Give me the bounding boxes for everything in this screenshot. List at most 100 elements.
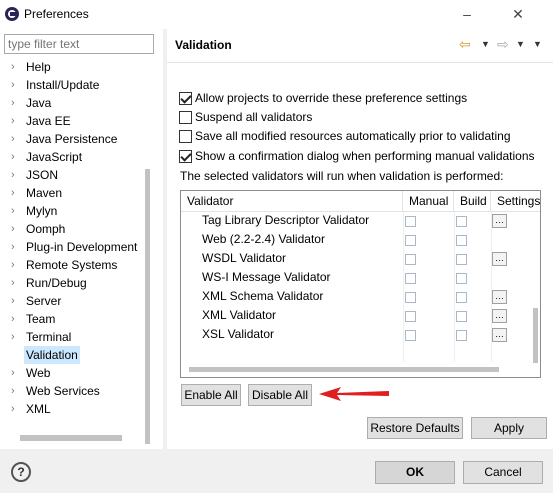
ok-button[interactable]: OK xyxy=(375,461,455,484)
column-header-manual[interactable]: Manual xyxy=(403,191,454,212)
manual-checkbox[interactable] xyxy=(405,311,416,322)
build-checkbox[interactable] xyxy=(456,216,467,227)
option-checkbox[interactable] xyxy=(179,150,192,163)
build-checkbox[interactable] xyxy=(456,273,467,284)
disable-all-button[interactable]: Disable All xyxy=(248,384,312,406)
view-menu-icon[interactable]: ▼ xyxy=(533,35,542,53)
table-row[interactable]: XML Schema Validator… xyxy=(181,288,540,307)
apply-button[interactable]: Apply xyxy=(471,417,547,439)
chevron-right-icon[interactable]: › xyxy=(11,400,21,418)
chevron-right-icon[interactable]: › xyxy=(11,310,21,328)
cancel-button[interactable]: Cancel xyxy=(463,461,543,484)
manual-checkbox[interactable] xyxy=(405,235,416,246)
tree-horizontal-scrollbar[interactable] xyxy=(20,435,122,441)
option-checkbox[interactable] xyxy=(179,92,192,105)
settings-button[interactable]: … xyxy=(492,290,507,304)
chevron-right-icon[interactable]: › xyxy=(11,76,21,94)
chevron-right-icon[interactable]: › xyxy=(11,274,21,292)
tree-item-json[interactable]: › JSON xyxy=(0,166,150,184)
manual-checkbox[interactable] xyxy=(405,330,416,341)
tree-item-server[interactable]: › Server xyxy=(0,292,150,310)
option-label[interactable]: Allow projects to override these prefere… xyxy=(195,91,467,105)
tree-item-maven[interactable]: › Maven xyxy=(0,184,150,202)
back-dropdown-icon[interactable]: ▼ xyxy=(481,35,490,53)
option-label[interactable]: Show a confirmation dialog when performi… xyxy=(195,149,535,163)
tree-item-run-debug[interactable]: › Run/Debug xyxy=(0,274,150,292)
tree-vertical-scrollbar[interactable] xyxy=(145,169,150,444)
manual-checkbox[interactable] xyxy=(405,273,416,284)
forward-arrow-icon[interactable]: ⇨ xyxy=(497,35,509,53)
table-row[interactable]: XSL Validator… xyxy=(181,326,540,345)
chevron-right-icon[interactable]: › xyxy=(11,184,21,202)
table-row[interactable]: Web (2.2-2.4) Validator xyxy=(181,231,540,250)
tree-item-label: Run/Debug xyxy=(26,276,87,290)
chevron-right-icon[interactable]: › xyxy=(11,94,21,112)
column-header-build[interactable]: Build xyxy=(454,191,491,212)
enable-all-button[interactable]: Enable All xyxy=(181,384,241,406)
chevron-right-icon[interactable]: › xyxy=(11,328,21,346)
tree-item-terminal[interactable]: › Terminal xyxy=(0,328,150,346)
back-arrow-icon[interactable]: ⇦ xyxy=(459,35,471,53)
chevron-right-icon[interactable]: › xyxy=(11,58,21,76)
build-checkbox[interactable] xyxy=(456,254,467,265)
tree-item-remote-systems[interactable]: › Remote Systems xyxy=(0,256,150,274)
validators-info: The selected validators will run when va… xyxy=(180,169,504,183)
tree-item-javascript[interactable]: › JavaScript xyxy=(0,148,150,166)
tree-item-java[interactable]: › Java xyxy=(0,94,150,112)
settings-button[interactable]: … xyxy=(492,309,507,323)
minimize-button[interactable]: ‒ xyxy=(456,4,478,24)
settings-button[interactable]: … xyxy=(492,252,507,266)
close-button[interactable]: ✕ xyxy=(507,4,529,24)
option-checkbox[interactable] xyxy=(179,111,192,124)
tree-item-mylyn[interactable]: › Mylyn xyxy=(0,202,150,220)
table-row[interactable]: WSDL Validator… xyxy=(181,250,540,269)
tree-item-oomph[interactable]: › Oomph xyxy=(0,220,150,238)
table-row[interactable]: Tag Library Descriptor Validator… xyxy=(181,212,540,231)
tree-item-validation[interactable]: Validation xyxy=(0,346,150,364)
chevron-right-icon[interactable]: › xyxy=(11,166,21,184)
column-header-validator[interactable]: Validator xyxy=(181,191,403,212)
build-checkbox[interactable] xyxy=(456,235,467,246)
column-header-settings[interactable]: Settings xyxy=(491,191,540,212)
tree-item-web-services[interactable]: › Web Services xyxy=(0,382,150,400)
table-vertical-scrollbar[interactable] xyxy=(533,308,538,363)
chevron-right-icon[interactable]: › xyxy=(11,364,21,382)
build-checkbox[interactable] xyxy=(456,292,467,303)
chevron-right-icon[interactable]: › xyxy=(11,112,21,130)
chevron-right-icon[interactable]: › xyxy=(11,256,21,274)
table-row[interactable]: XML Validator… xyxy=(181,307,540,326)
option-checkbox[interactable] xyxy=(179,130,192,143)
settings-button[interactable]: … xyxy=(492,214,507,228)
manual-checkbox[interactable] xyxy=(405,254,416,265)
manual-checkbox[interactable] xyxy=(405,216,416,227)
restore-defaults-button[interactable]: Restore Defaults xyxy=(367,417,463,439)
tree-item-java-ee[interactable]: › Java EE xyxy=(0,112,150,130)
tree-item-team[interactable]: › Team xyxy=(0,310,150,328)
tree-item-help[interactable]: › Help xyxy=(0,58,150,76)
filter-input[interactable] xyxy=(4,34,154,54)
tree-item-install-update[interactable]: › Install/Update xyxy=(0,76,150,94)
chevron-right-icon[interactable]: › xyxy=(11,130,21,148)
table-horizontal-scrollbar[interactable] xyxy=(189,367,499,372)
chevron-right-icon[interactable]: › xyxy=(11,148,21,166)
settings-button[interactable]: … xyxy=(492,328,507,342)
build-checkbox[interactable] xyxy=(456,330,467,341)
manual-checkbox[interactable] xyxy=(405,292,416,303)
option-label[interactable]: Suspend all validators xyxy=(195,110,312,124)
forward-dropdown-icon[interactable]: ▼ xyxy=(516,35,525,53)
build-checkbox[interactable] xyxy=(456,311,467,322)
help-icon[interactable]: ? xyxy=(11,462,31,482)
tree-item-java-persistence[interactable]: › Java Persistence xyxy=(0,130,150,148)
chevron-right-icon[interactable]: › xyxy=(11,220,21,238)
chevron-right-icon[interactable]: › xyxy=(11,202,21,220)
tree-item-web[interactable]: › Web xyxy=(0,364,150,382)
option-label[interactable]: Save all modified resources automaticall… xyxy=(195,129,511,143)
table-row[interactable]: WS-I Message Validator xyxy=(181,269,540,288)
chevron-right-icon[interactable]: › xyxy=(11,382,21,400)
annotation-arrow-icon xyxy=(319,387,389,401)
tree-item-xml[interactable]: › XML xyxy=(0,400,150,418)
validators-table: Validator Manual Build Settings Tag Libr… xyxy=(180,190,541,378)
tree-item-plug-in-development[interactable]: › Plug-in Development xyxy=(0,238,150,256)
chevron-right-icon[interactable]: › xyxy=(11,238,21,256)
chevron-right-icon[interactable]: › xyxy=(11,292,21,310)
